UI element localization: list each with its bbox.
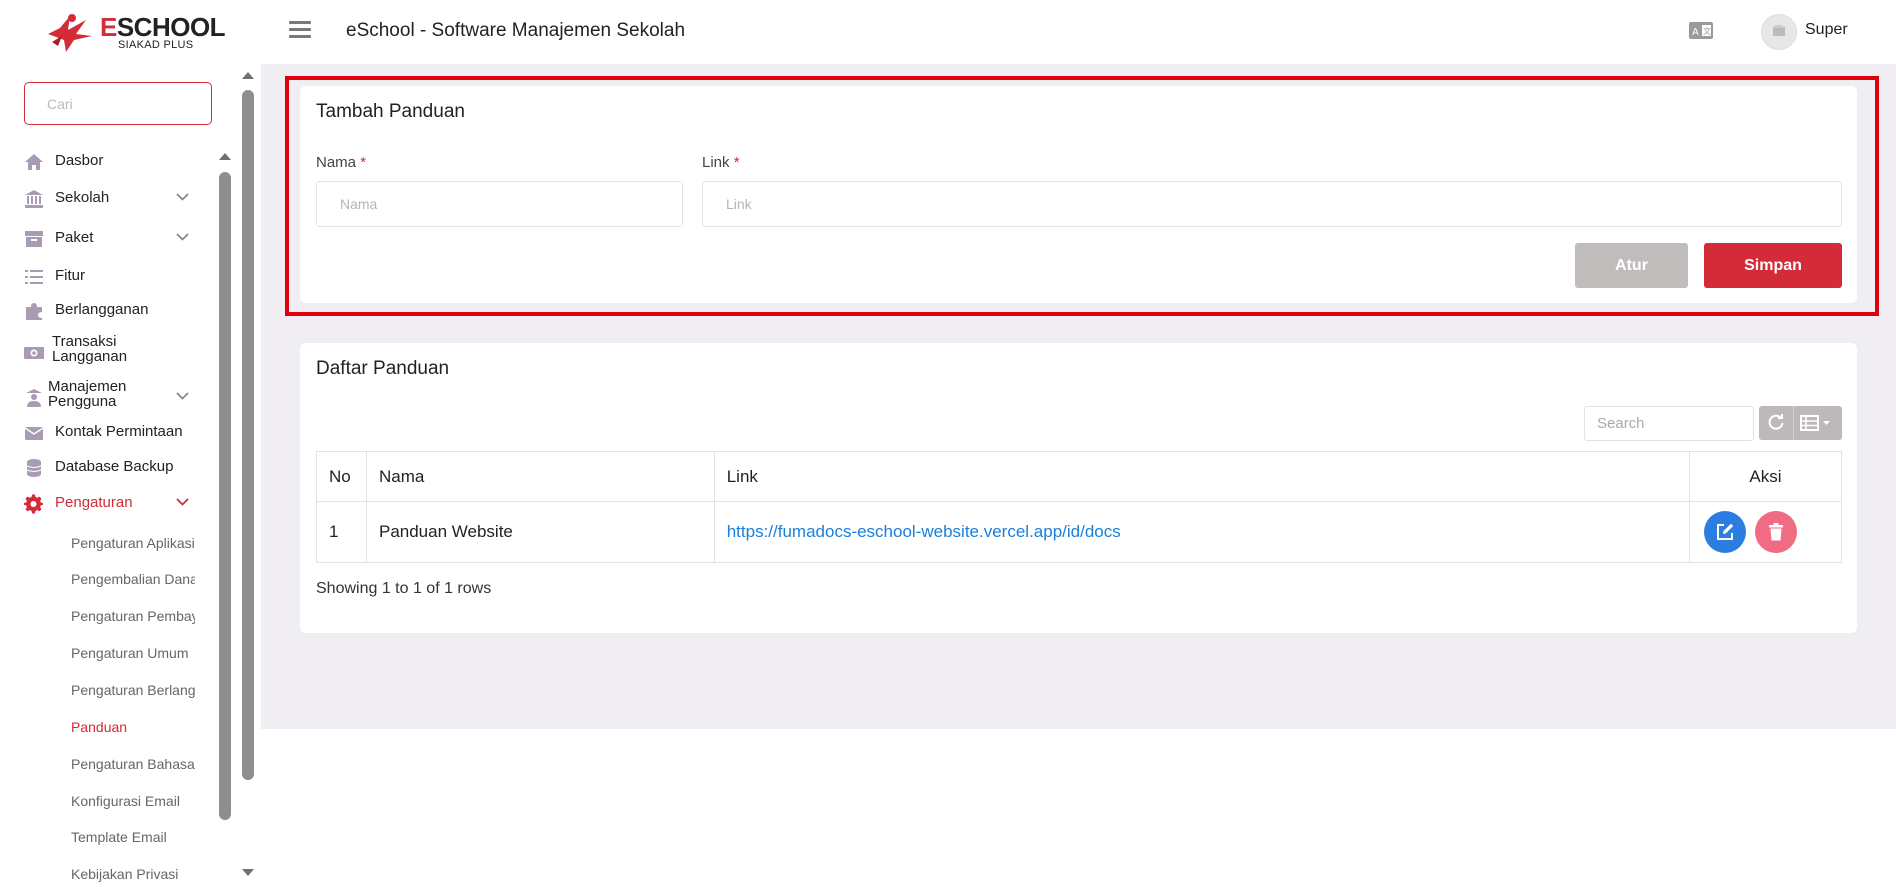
columns-icon[interactable] [1800,415,1834,431]
gear-icon [24,494,43,514]
column-header-no[interactable]: No [316,451,367,502]
table-search-input[interactable] [1584,406,1754,441]
sidebar-item-label: Paket [55,229,94,246]
column-header-nama[interactable]: Nama [365,451,715,502]
delete-button[interactable] [1755,511,1798,553]
sidebar-item-fitur[interactable]: Fitur [24,261,194,291]
column-header-link[interactable]: Link [713,451,1690,502]
sidebar-item-label: Transaksi Langganan [52,333,128,365]
logo-subtitle: SIAKAD PLUS [118,39,194,51]
sidebar-item-dasbor[interactable]: Dasbor [24,146,194,176]
sidebar-menu-scroll-up-icon[interactable] [218,151,232,161]
sidebar-item-paket[interactable]: Paket [24,223,194,253]
sidebar-scrollbar[interactable] [242,90,254,780]
sidebar: Dasbor Sekolah Paket Fitur Berlangganan … [0,64,254,887]
cell-no: 1 [316,501,367,563]
toolbar-divider [1793,406,1794,440]
sidebar-menu-scrollbar[interactable] [219,172,231,820]
sidebar-subitem-kebijakan-privasi[interactable]: Kebijakan Privasi [71,861,195,887]
sidebar-subitem-pengaturan-bahasa[interactable]: Pengaturan Bahasa [71,751,195,777]
menu-toggle-icon[interactable] [289,20,311,40]
avatar-icon [1773,25,1785,36]
table-row: 1 Panduan Website https://fumadocs-escho… [316,501,1843,563]
sidebar-item-sekolah[interactable]: Sekolah [24,183,194,213]
highlight-box [285,76,1879,316]
cell-link[interactable]: https://fumadocs-eschool-website.vercel.… [713,501,1690,563]
sidebar-item-label: Fitur [55,267,85,284]
sidebar-search-input[interactable] [24,82,212,125]
sidebar-item-kontak-permintaan[interactable]: Kontak Permintaan [24,417,194,447]
app-title: eSchool - Software Manajemen Sekolah [346,20,686,41]
sidebar-item-pengaturan[interactable]: Pengaturan [24,488,194,518]
chevron-down-icon [176,233,189,241]
sidebar-scroll-down-icon[interactable] [241,868,255,878]
edit-button[interactable] [1704,511,1747,553]
sidebar-item-label: Kontak Permintaan [55,423,183,440]
pagination-info: Showing 1 to 1 of 1 rows [316,580,492,597]
sidebar-item-label: Berlangganan [55,301,149,318]
sidebar-subitem-pengembalian-dana[interactable]: Pengembalian Dana [71,566,195,592]
sidebar-item-label: Dasbor [55,152,104,169]
chevron-down-icon [176,392,189,400]
content-footer-area [261,729,1896,885]
chevron-down-icon [176,498,189,506]
user-name[interactable]: Super [1805,21,1848,39]
sidebar-item-database-backup[interactable]: Database Backup [24,452,194,482]
archive-icon [25,231,43,247]
list-icon [25,270,43,284]
sidebar-subitem-pengaturan-aplikasi[interactable]: Pengaturan Aplikasi [71,530,195,556]
column-header-aksi: Aksi [1688,451,1843,502]
language-icon[interactable]: A 文 [1689,22,1713,39]
user-avatar[interactable] [1761,14,1797,50]
logo[interactable]: ESCHOOL SIAKAD PLUS [46,8,226,54]
sidebar-subitem-pengaturan-pembayaran[interactable]: Pengaturan Pembayaran [71,603,195,629]
guide-list-title: Daftar Panduan [316,358,450,379]
table-toolbar [1759,406,1842,440]
trash-icon [1769,523,1784,541]
cell-nama: Panduan Website [365,501,715,563]
sidebar-item-label: Manajemen Pengguna [48,378,127,410]
top-header: ESCHOOL SIAKAD PLUS eSchool - Software M… [0,0,1896,64]
database-icon [26,459,42,477]
refresh-icon[interactable] [1767,414,1785,432]
money-icon [24,347,44,359]
sidebar-item-berlangganan[interactable]: Berlangganan [24,295,194,325]
bank-icon [25,190,43,208]
sidebar-scroll-up-icon[interactable] [241,70,255,80]
users-icon [26,389,42,407]
sidebar-item-label: Sekolah [55,189,110,206]
sidebar-subitem-konfigurasi-email[interactable]: Konfigurasi Email [71,788,195,814]
puzzle-icon [26,303,42,320]
guide-table: No Nama Link Aksi 1 Panduan Website http… [316,451,1843,563]
sidebar-subitem-panduan[interactable]: Panduan [71,714,195,740]
svg-text:A: A [1692,27,1699,38]
sidebar-item-label: Database Backup [55,458,174,475]
row-actions [1703,510,1827,554]
logo-icon [48,14,92,52]
chevron-down-icon [176,193,189,201]
cell-actions [1688,501,1843,563]
sidebar-subitem-pengaturan-umum[interactable]: Pengaturan Umum [71,640,195,666]
sidebar-subitem-pengaturan-berlangganan[interactable]: Pengaturan Berlangganan [71,677,195,703]
sidebar-subitem-template-email[interactable]: Template Email [71,824,195,850]
sidebar-item-manajemen-pengguna[interactable]: Manajemen Pengguna [24,378,194,412]
envelope-icon [24,427,44,440]
sidebar-item-transaksi-langganan[interactable]: Transaksi Langganan [24,333,194,367]
edit-icon [1717,523,1734,540]
sidebar-item-label: Pengaturan [55,494,133,511]
table-header-row: No Nama Link Aksi [316,451,1843,502]
home-icon [25,154,43,170]
svg-text:文: 文 [1703,26,1711,36]
